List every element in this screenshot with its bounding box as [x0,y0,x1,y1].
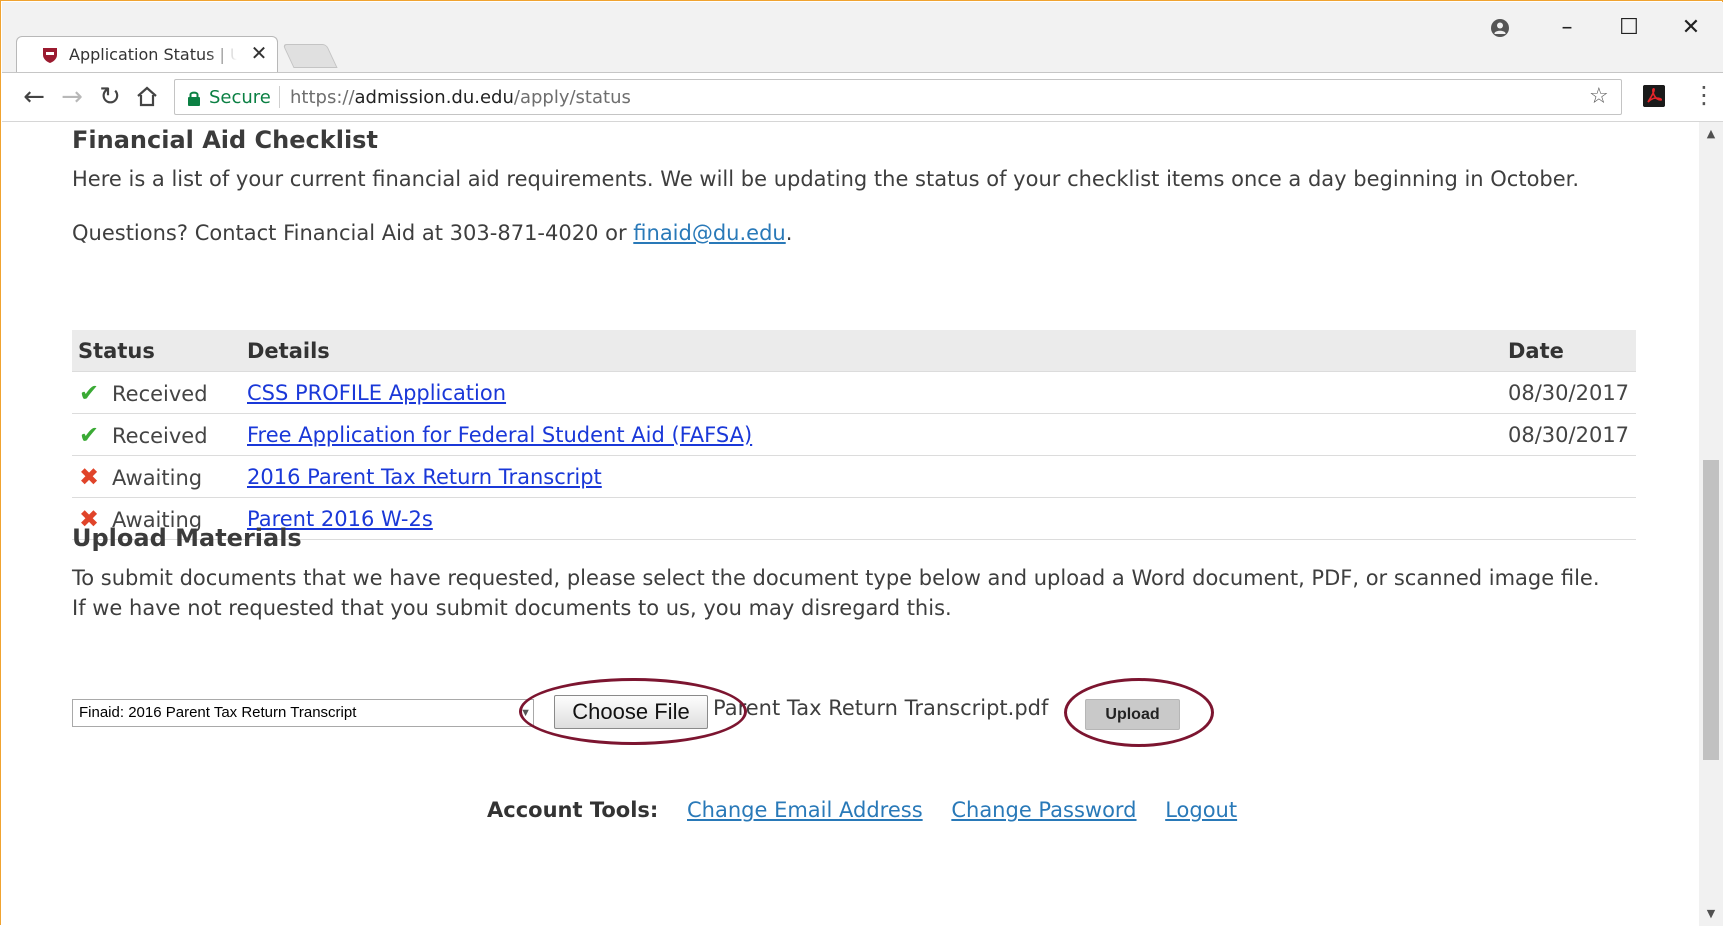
tab-close-icon[interactable]: ✕ [249,43,269,63]
date-cell [1502,497,1636,540]
new-tab-button[interactable] [282,44,338,68]
x-mark-icon: ✖ [78,462,100,491]
change-email-link[interactable]: Change Email Address [687,798,923,822]
upload-button[interactable]: Upload [1085,699,1180,730]
account-tools: Account Tools: Change Email Address Chan… [487,798,1259,822]
status-cell: ✔ Received [72,413,241,456]
browser-tab[interactable]: Application Status | University of Denve… [16,36,278,73]
requirement-link[interactable]: CSS PROFILE Application [247,381,506,405]
chosen-file-name: Parent Tax Return Transcript.pdf [713,696,1049,720]
details-column-header: Details [241,330,1502,372]
url-host: admission.du.edu [354,87,514,108]
tab-title: Application Status | University of Denve… [69,45,237,64]
kebab-menu-icon[interactable]: ⋮ [1692,81,1716,109]
date-column-header: Date [1502,330,1636,372]
requirement-link[interactable]: 2016 Parent Tax Return Transcript [247,465,602,489]
checklist-intro: Here is a list of your current financial… [72,167,1580,191]
browser-toolbar: ← → ↻ Secure https://admission.du.edu/ap… [2,72,1723,122]
lock-icon [188,91,200,106]
scroll-thumb[interactable] [1703,460,1719,760]
profile-icon[interactable] [1490,18,1510,38]
document-type-select[interactable]: Finaid: 2016 Parent Tax Return Transcrip… [72,699,534,727]
status-label: Received [112,381,208,406]
questions-prefix: Questions? Contact Financial Aid at 303-… [72,221,634,245]
change-password-link[interactable]: Change Password [951,798,1136,822]
upload-materials-heading: Upload Materials [72,524,302,552]
browser-window: Application Status | University of Denve… [0,0,1723,926]
status-label: Received [112,423,208,448]
secure-label: Secure [209,87,271,108]
url-scheme: https:// [290,87,355,108]
status-cell: ✖ Awaiting [72,455,241,498]
financial-aid-checklist-table: Status Details Date ✔ Received CSS PROFILE… [72,330,1636,540]
acrobat-extension-icon[interactable] [1643,85,1665,107]
back-arrow-icon[interactable]: ← [20,83,48,111]
minimize-button[interactable]: – [1552,16,1582,40]
status-cell: ✔ Received [72,371,241,414]
upload-instructions: To submit documents that we have request… [72,566,1600,620]
table-row: ✔ Received Free Application for Federal St… [72,413,1636,456]
page-scrollbar[interactable]: ▲ ▼ [1699,122,1723,926]
questions-line: Questions? Contact Financial Aid at 303-… [72,218,792,248]
details-cell: CSS PROFILE Application [241,371,1502,414]
chevron-down-icon: ▼ [520,707,531,719]
table-header-row: Status Details Date [72,330,1636,372]
url-path: /apply/status [513,87,631,108]
checkmark-icon: ✔ [78,378,100,407]
scroll-up-arrow-icon[interactable]: ▲ [1699,124,1723,144]
details-cell: Parent 2016 W-2s [241,497,1502,540]
checklist-rows: ✔ Received CSS PROFILE Application 08/30/20… [72,371,1636,540]
close-window-button[interactable]: ✕ [1676,16,1706,40]
date-cell: 08/30/2017 [1502,371,1636,414]
table-row: ✖ Awaiting 2016 Parent Tax Return Transcri… [72,455,1636,498]
address-bar[interactable]: Secure https://admission.du.edu/apply/st… [174,79,1622,115]
finaid-email-link[interactable]: finaid@du.edu [633,221,785,245]
status-column-header: Status [72,330,241,372]
logout-link[interactable]: Logout [1165,798,1237,822]
questions-suffix: . [785,221,793,245]
scroll-down-arrow-icon[interactable]: ▼ [1699,904,1723,924]
date-cell: 08/30/2017 [1502,413,1636,456]
tab-strip: Application Status | University of Denve… [2,2,1723,73]
checkmark-icon: ✔ [78,420,100,449]
financial-aid-checklist-heading: Financial Aid Checklist [72,126,378,154]
table-row: ✔ Received CSS PROFILE Application 08/30/20… [72,371,1636,414]
url-text: https://admission.du.edu/apply/status [290,87,631,108]
page-content: Financial Aid Checklist Here is a list o… [1,122,1699,926]
forward-arrow-icon[interactable]: → [58,83,86,111]
requirement-link[interactable]: Free Application for Federal Student Aid… [247,423,752,447]
bookmark-star-icon[interactable]: ☆ [1589,84,1609,109]
date-cell [1502,455,1636,498]
details-cell: 2016 Parent Tax Return Transcript [241,455,1502,498]
home-icon[interactable] [135,85,159,109]
status-label: Awaiting [112,465,203,490]
omnibox-divider [279,86,280,108]
details-cell: Free Application for Federal Student Aid… [241,413,1502,456]
account-tools-label: Account Tools: [487,798,659,822]
du-shield-icon [43,48,57,63]
reload-icon[interactable]: ↻ [96,83,124,111]
table-row: ✖ Awaiting Parent 2016 W-2s [72,497,1636,540]
document-type-value: Finaid: 2016 Parent Tax Return Transcrip… [79,704,357,721]
choose-file-button[interactable]: Choose File [554,695,708,729]
maximize-button[interactable]: ☐ [1614,16,1644,40]
